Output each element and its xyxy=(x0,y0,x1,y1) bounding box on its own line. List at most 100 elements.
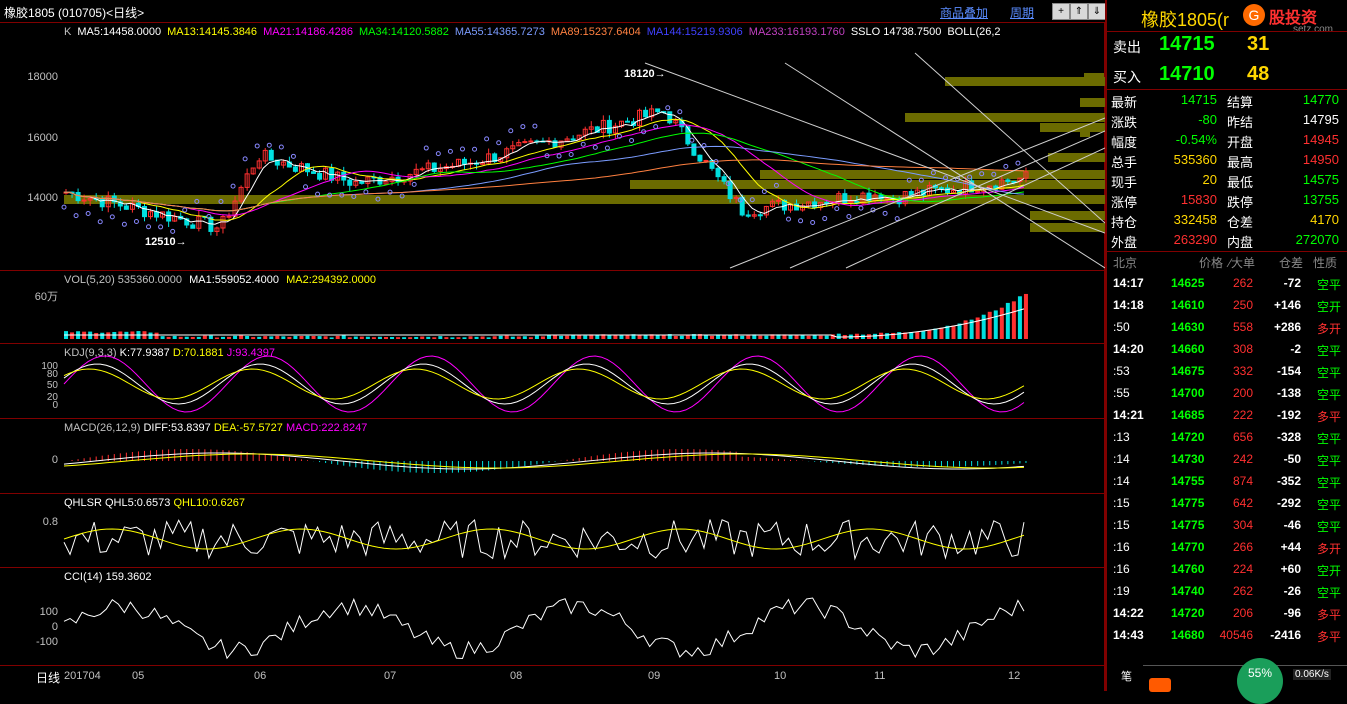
candle xyxy=(522,141,528,144)
volume-bar xyxy=(172,335,177,339)
sar-dot xyxy=(254,143,260,149)
tick-v: 308 xyxy=(1232,342,1253,356)
contract-name-suffix: (r xyxy=(1217,10,1230,30)
quote-field-value: 14770 xyxy=(1302,92,1339,107)
chevron-up-icon[interactable]: ⇑ xyxy=(1070,3,1088,20)
tick-d: +44 xyxy=(1280,540,1301,554)
candle xyxy=(721,176,727,182)
zoom-in-button[interactable]: + xyxy=(1052,3,1070,20)
volume-bar xyxy=(480,336,485,339)
sar-dot xyxy=(266,142,272,148)
buy-label: 买入 xyxy=(1113,69,1141,85)
app-icon[interactable] xyxy=(1149,678,1171,692)
quote-field-value: 13755 xyxy=(1302,192,1339,207)
volume-profile-bar xyxy=(905,113,1105,122)
kline-chart xyxy=(61,52,1105,269)
candle xyxy=(347,179,353,186)
tick-v: 262 xyxy=(1232,276,1253,290)
candle xyxy=(624,120,630,123)
sar-dot xyxy=(556,153,562,159)
volume-bar xyxy=(233,335,238,339)
tick-row: :14 14730 242 -50 空平 xyxy=(1107,452,1347,472)
quote-field-value: 14945 xyxy=(1302,132,1339,147)
volume-bar xyxy=(1005,302,1010,339)
tick-t: :15 xyxy=(1113,496,1130,510)
macd-panel[interactable]: MACD(26,12,9) DIFF:53.8397 DEA:-57.5727 … xyxy=(0,419,1105,494)
candle xyxy=(697,154,703,162)
tick-row: 14:43 14680 40546 -2416 多平 xyxy=(1107,628,1347,648)
volume-bar xyxy=(184,336,189,339)
tick-d: -138 xyxy=(1276,386,1301,400)
cci-panel[interactable]: CCI(14) 159.3602 100 0 -100 xyxy=(0,568,1105,666)
sar-dot xyxy=(508,128,514,134)
volume-bar xyxy=(1023,293,1028,339)
sell-price: 14715 xyxy=(1159,33,1215,55)
tick-n: 空平 xyxy=(1317,520,1342,534)
candle xyxy=(226,215,232,218)
volume-panel[interactable]: VOL(5,20) 535360.0000 MA1:559052.4000 MA… xyxy=(0,271,1105,344)
tick-n: 多平 xyxy=(1317,608,1342,622)
tick-n: 空平 xyxy=(1317,278,1342,292)
tick-t: 14:18 xyxy=(1113,298,1144,312)
kdj-panel[interactable]: KDJ(9,3,3) K:77.9387 D:70.1881 J:93.4397… xyxy=(0,344,1105,419)
chart-title: 橡胶1805 (010705)<日线> xyxy=(4,6,145,20)
sar-dot xyxy=(109,214,115,220)
chevron-down-icon[interactable]: ⇓ xyxy=(1088,3,1106,20)
volume-profile-bar xyxy=(945,77,1105,86)
tick-v: 642 xyxy=(1232,496,1253,510)
volume-bar xyxy=(547,335,551,339)
x-tick-label: 09 xyxy=(648,670,661,682)
tick-row: :16 14760 224 +60 空开 xyxy=(1107,562,1347,582)
sar-dot xyxy=(496,140,502,146)
quote-field-label: 最新 xyxy=(1111,95,1138,110)
volume-bar xyxy=(257,336,262,339)
volume-bar xyxy=(239,335,244,339)
tick-v: 250 xyxy=(1232,298,1253,312)
overlay-link[interactable]: 商品叠加 xyxy=(940,4,988,21)
quote-field-value: 14795 xyxy=(1302,112,1339,127)
qhlsr-panel[interactable]: QHLSR QHL5:0.6573 QHL10:0.6267 0.8 xyxy=(0,494,1105,568)
sar-dot xyxy=(85,210,91,216)
x-tick-label: 05 xyxy=(132,670,145,682)
tick-n: 空平 xyxy=(1317,344,1342,358)
sar-dot xyxy=(447,148,453,154)
tick-d: -26 xyxy=(1283,584,1301,598)
tick-v: 200 xyxy=(1232,386,1253,400)
period-link[interactable]: 周期 xyxy=(1010,4,1034,21)
sar-dot xyxy=(158,224,164,230)
volume-bar xyxy=(444,337,449,339)
tick-p: 14720 xyxy=(1171,606,1205,620)
tick-v: 262 xyxy=(1232,584,1253,598)
chart-toolbar: 橡胶1805 (010705)<日线> 商品叠加 周期 + ⇑ ⇓ xyxy=(0,0,1106,23)
x-tick-label: 06 xyxy=(254,670,267,682)
sar-dot xyxy=(882,210,888,216)
volume-bar xyxy=(540,336,545,339)
volume-bar xyxy=(498,335,503,339)
kline-panel[interactable]: K MA5:14458.0000 MA13:14145.3846 MA21:14186… xyxy=(0,23,1105,271)
period-label: 日线 xyxy=(36,671,61,685)
sar-dot xyxy=(834,206,840,212)
tick-p: 14660 xyxy=(1171,342,1205,356)
tick-p: 14675 xyxy=(1171,364,1205,378)
qhl5-line xyxy=(63,519,1025,561)
candle xyxy=(190,224,196,229)
volume-chart xyxy=(64,293,1028,339)
candle xyxy=(461,158,467,165)
volume-bar xyxy=(534,335,539,339)
sar-dot xyxy=(363,189,369,195)
sar-dot xyxy=(387,189,393,195)
tick-t: :14 xyxy=(1113,474,1130,488)
tick-d: +146 xyxy=(1273,298,1301,312)
tick-d: -352 xyxy=(1276,474,1301,488)
candle xyxy=(812,201,818,209)
tick-d: -192 xyxy=(1276,408,1301,422)
volume-bar xyxy=(583,335,588,339)
quote-field-label: 幅度 xyxy=(1111,135,1138,150)
progress-circle: 55% xyxy=(1237,658,1283,704)
sar-dot xyxy=(73,213,79,219)
macd-chart xyxy=(63,449,1027,473)
logo-icon: G xyxy=(1243,4,1265,26)
tick-row: 14:17 14625 262 -72 空平 xyxy=(1107,276,1347,296)
volume-bar xyxy=(510,336,515,339)
volume-bar xyxy=(516,336,521,339)
